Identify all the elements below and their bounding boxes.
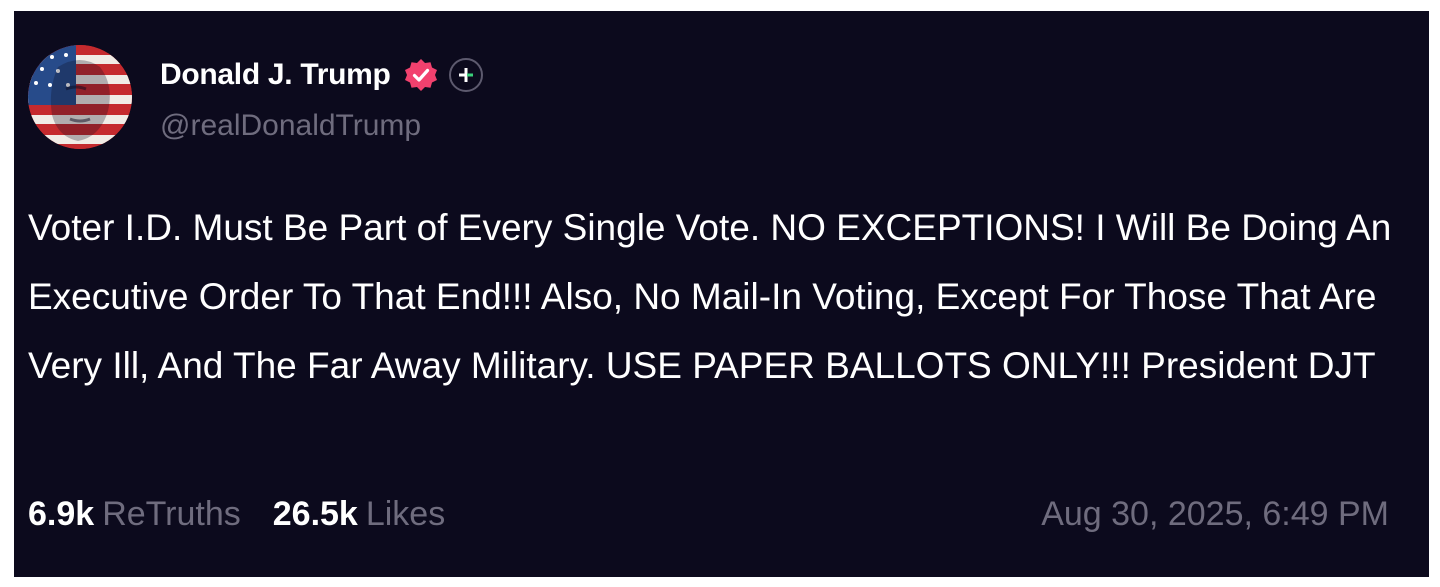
author-handle[interactable]: @realDonaldTrump: [160, 109, 421, 143]
likes-label: Likes: [365, 494, 446, 533]
post-timestamp[interactable]: Aug 30, 2025, 6:49 PM: [1041, 491, 1389, 537]
retruths-count: 6.9k: [28, 494, 95, 533]
post-text: Voter I.D. Must Be Part of Every Single …: [28, 207, 1392, 386]
flag-portrait-avatar-icon: [28, 45, 132, 149]
post-card: Donald J. Trump @realDonaldTrump Voter I…: [14, 11, 1429, 577]
avatar[interactable]: [28, 45, 132, 149]
likes-count: 26.5k: [272, 494, 358, 533]
likes-stat[interactable]: 26.5k Likes: [273, 495, 445, 534]
post-stats: 6.9k ReTruths 26.5k Likes: [28, 491, 445, 537]
verified-badge-icon: [403, 57, 439, 93]
retruths-stat[interactable]: 6.9k ReTruths: [28, 495, 241, 534]
retruths-label: ReTruths: [102, 494, 241, 533]
plus-icon[interactable]: [448, 58, 483, 92]
author-name-row: Donald J. Trump: [160, 53, 483, 97]
author-display-name[interactable]: Donald J. Trump: [160, 58, 391, 92]
